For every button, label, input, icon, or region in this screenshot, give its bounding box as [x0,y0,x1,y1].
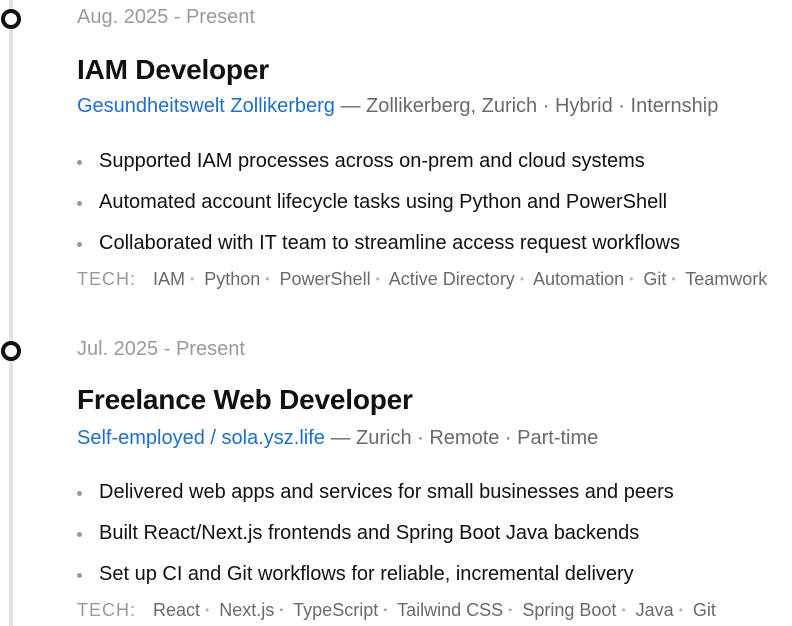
tech-separator: • [190,272,195,286]
list-item: Supported IAM processes across on-prem a… [77,149,680,190]
list-item: Set up CI and Git workflows for reliable… [77,562,674,603]
timeline-dot-icon [1,341,21,361]
tech-separator: • [621,603,626,617]
entry-date: Jul. 2025 - Present [77,338,245,360]
list-item: Built React/Next.js frontends and Spring… [77,521,674,562]
list-item: Collaborated with IT team to streamline … [77,231,680,272]
tech-separator: • [375,272,380,286]
tech-label: TECH: [77,269,136,289]
tech-tag: Spring Boot [522,600,617,620]
tech-separator: • [279,603,284,617]
tech-tag: IAM [153,269,186,289]
tech-separator: • [265,272,270,286]
entry-title: Freelance Web Developer [77,384,413,415]
tech-label: TECH: [77,600,136,620]
tech-tag: Java [635,600,674,620]
tech-separator: • [519,272,525,286]
tech-tag: Git [643,269,667,289]
entry-subtitle: Gesundheitswelt Zollikerberg — Zollikerb… [77,95,718,118]
tech-separator: • [678,603,683,617]
tech-separator: • [508,603,513,617]
bullet-dot-icon [77,201,82,206]
entry-subtitle: Self-employed / sola.ysz.life — Zurich ·… [77,427,598,450]
tech-stack: TECH: IAM • Python • PowerShell • Active Di… [77,269,767,290]
entry-title: IAM Developer [77,54,269,85]
bullet-dot-icon [77,573,82,578]
tech-separator: • [205,603,210,617]
timeline-dot-icon [1,9,21,29]
tech-tag: Python [204,269,261,289]
tech-tag: React [153,600,201,620]
entry-details: — Zurich · Remote · Part-time [324,427,599,449]
entry-date: Aug. 2025 - Present [77,6,255,28]
tech-tag: Git [692,600,716,620]
bullet-dot-icon [77,242,82,247]
bullet-dot-icon [77,160,82,165]
bullet-list: Supported IAM processes across on-prem a… [77,149,680,272]
tech-separator: • [383,603,388,617]
tech-tag: Active Directory [388,269,515,289]
bullet-dot-icon [77,532,82,537]
company-link[interactable]: Gesundheitswelt Zollikerberg [77,95,335,117]
tech-tag: PowerShell [279,269,371,289]
list-item: Delivered web apps and services for smal… [77,480,674,521]
timeline-line [9,0,13,626]
bullet-list: Delivered web apps and services for smal… [77,480,674,603]
bullet-dot-icon [77,491,82,496]
tech-separator: • [671,272,676,286]
tech-tag: Next.js [219,600,275,620]
tech-stack: TECH: React • Next.js • TypeScript • Tailwi… [77,600,716,621]
company-link[interactable]: Self-employed / sola.ysz.life [77,427,325,449]
entry-details: — Zollikerberg, Zurich · Hybrid · Intern… [334,95,719,117]
list-item: Automated account lifecycle tasks using … [77,190,680,231]
tech-tag: Teamwork [685,269,768,289]
tech-tag: TypeScript [293,600,379,620]
tech-tag: Automation [533,269,625,289]
tech-tag: Tailwind CSS [397,600,504,620]
tech-separator: • [629,272,634,286]
